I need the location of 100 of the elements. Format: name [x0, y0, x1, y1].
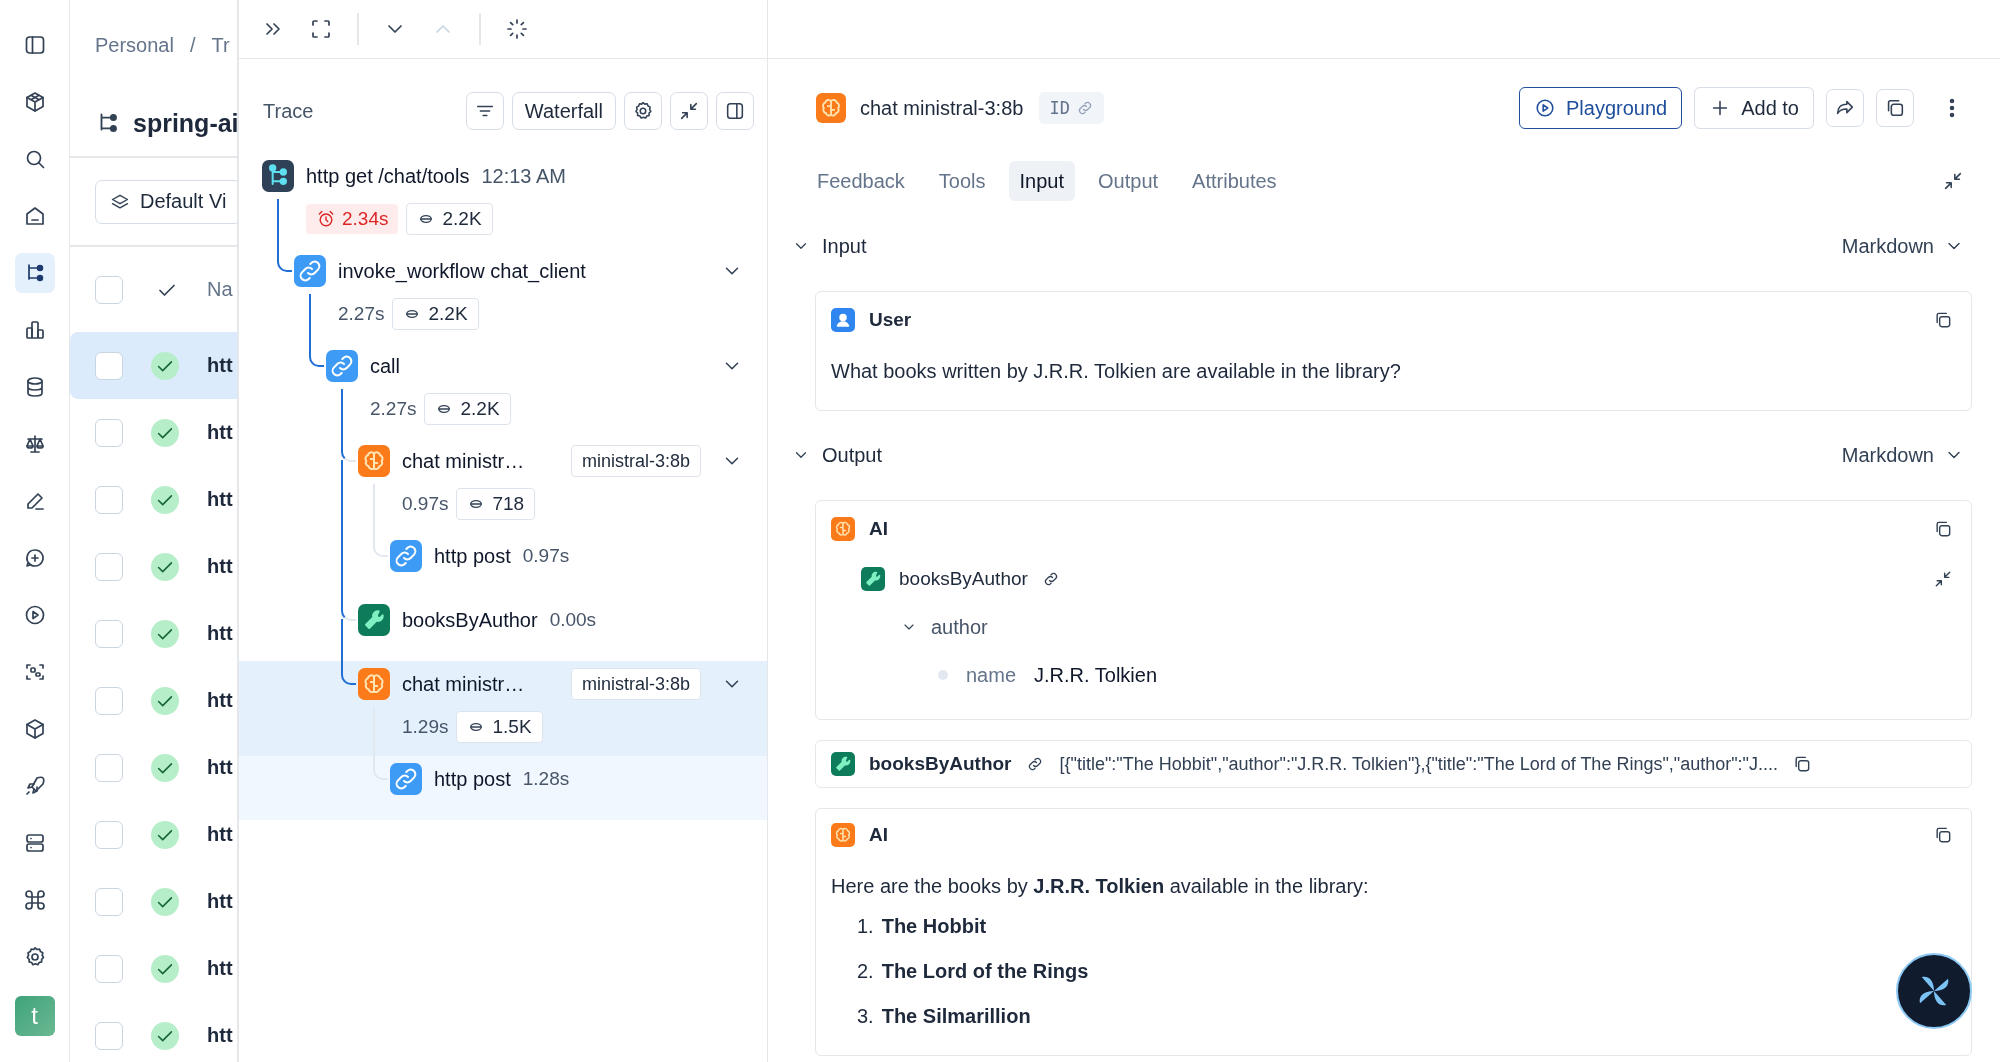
duration-text: 0.97s — [402, 493, 449, 515]
tab[interactable]: Feedback — [806, 161, 916, 201]
span-row[interactable]: booksByAuthor 0.00s — [358, 597, 767, 661]
duration-text: 1.29s — [402, 716, 449, 738]
token-count: 2.2K — [442, 208, 482, 230]
table-cell: htt — [207, 823, 233, 846]
copy-icon[interactable] — [1933, 310, 1953, 330]
row-checkbox[interactable] — [95, 619, 123, 648]
fullscreen-icon[interactable] — [309, 17, 333, 41]
table-cell: htt — [207, 555, 233, 578]
message-text: What books written by J.R.R. Tolkien are available in the library? — [831, 359, 1402, 384]
token-count: 1.5K — [492, 716, 532, 738]
play-circle-icon — [1534, 97, 1556, 119]
share-button[interactable] — [1826, 89, 1864, 127]
table-cell: htt — [207, 488, 233, 511]
table-cell: htt — [207, 1024, 233, 1047]
command-icon — [22, 888, 47, 912]
copy-button[interactable] — [1876, 89, 1914, 127]
row-checkbox[interactable] — [95, 418, 123, 447]
tab[interactable]: Attributes — [1181, 161, 1288, 201]
copy-icon[interactable] — [1792, 754, 1812, 774]
table-cell: htt — [207, 622, 233, 645]
selected-row-highlight[interactable]: htt — [70, 332, 237, 399]
duration-text: 0.97s — [522, 545, 570, 567]
breadcrumb-separator: / — [189, 33, 196, 57]
model-badge: ministral-3:8b — [570, 668, 701, 700]
copy-icon[interactable] — [1933, 519, 1953, 539]
span-row[interactable]: http get /chat/tools 12:13 AM 2.34s 2.2K — [262, 153, 767, 248]
span-name: booksByAuthor — [402, 608, 538, 632]
filter-button[interactable] — [465, 92, 504, 130]
link-icon — [390, 540, 422, 572]
format-dropdown[interactable]: Markdown — [1841, 234, 1964, 258]
row-checkbox[interactable] — [95, 552, 123, 581]
collapse-button[interactable] — [670, 92, 708, 130]
brain-icon — [831, 517, 855, 541]
span-row[interactable]: invoke_workflow chat_client 2.27s 2.2K — [294, 248, 767, 343]
alarm-clock-icon — [316, 209, 336, 229]
tab[interactable]: Tools — [927, 161, 997, 201]
span-name: invoke_workflow chat_client — [338, 259, 586, 283]
span-name: chat ministr… — [402, 449, 525, 473]
row-checkbox[interactable] — [95, 954, 123, 983]
table-cell: htt — [207, 421, 233, 444]
row-checkbox[interactable] — [95, 351, 123, 380]
link-icon — [326, 350, 358, 382]
view-mode-button[interactable]: Waterfall — [511, 92, 616, 130]
timestamp: 12:13 AM — [481, 164, 566, 188]
role-label: AI — [869, 824, 888, 846]
collapse-arrows-icon[interactable] — [1933, 569, 1953, 589]
panel-toggle-button[interactable] — [716, 92, 754, 130]
row-checkbox[interactable] — [95, 887, 123, 916]
side-panel-icon — [724, 100, 746, 122]
token-count: 718 — [492, 493, 525, 515]
tree-connector — [277, 248, 292, 272]
breadcrumb-link[interactable]: Personal — [95, 33, 174, 57]
table-cell: htt — [207, 890, 233, 913]
row-checkbox[interactable] — [95, 820, 123, 849]
span-name: call — [370, 354, 400, 378]
breadcrumb-link[interactable]: Tr — [211, 33, 230, 57]
list-number: 1. — [857, 914, 874, 939]
tree-connector — [341, 597, 356, 621]
span-row[interactable]: chat ministr… ministral-3:8b 0.97s 718 — [358, 438, 767, 533]
role-label: AI — [869, 518, 888, 540]
nav-button[interactable] — [14, 253, 55, 293]
row-checkbox[interactable] — [95, 686, 123, 715]
bullet-dot — [938, 670, 948, 680]
settings-button[interactable] — [624, 92, 662, 130]
row-checkbox[interactable] — [95, 1021, 123, 1050]
link-icon — [294, 255, 326, 287]
settings-icon — [632, 100, 654, 122]
tool-result-text: [{"title":"The Hobbit","author":"J.R.R. Tolkien"},{"title":"The Lord of The Rings","author":"J.... — [1059, 753, 1778, 775]
span-row[interactable]: call 2.27s 2.2K — [326, 343, 767, 438]
format-dropdown[interactable]: Markdown — [1841, 443, 1964, 467]
token-count: 2.2K — [460, 398, 500, 420]
user-icon — [831, 308, 855, 332]
list-number: 2. — [857, 959, 874, 984]
row-checkbox[interactable] — [95, 753, 123, 782]
section-title: Output — [822, 443, 883, 467]
wrench-icon — [831, 752, 855, 776]
brain-icon — [358, 445, 390, 477]
id-badge[interactable]: ID — [1039, 92, 1104, 124]
argument-key: name — [966, 663, 1017, 687]
panel-title: Trace — [263, 99, 314, 123]
list-item-text: The Lord of the Rings — [881, 959, 1089, 984]
tool-call-name: booksByAuthor — [899, 568, 1028, 590]
span-row[interactable]: http post 0.97s — [390, 533, 767, 597]
table-cell: htt — [207, 689, 233, 712]
brain-icon — [831, 823, 855, 847]
tab[interactable]: Input — [1008, 161, 1076, 201]
add-to-button[interactable]: Add to — [1694, 87, 1814, 129]
duration-text: 0.00s — [549, 609, 597, 631]
tab[interactable]: Output — [1087, 161, 1170, 201]
copy-icon[interactable] — [1933, 825, 1953, 845]
playground-button[interactable]: Playground — [1519, 87, 1683, 129]
model-badge: ministral-3:8b — [570, 445, 701, 477]
column-header[interactable]: Na — [207, 278, 233, 301]
row-checkbox[interactable] — [95, 485, 123, 514]
collapse-arrows-icon[interactable] — [1942, 170, 1964, 192]
tree-icon — [262, 160, 294, 192]
select-all-checkbox[interactable] — [95, 275, 123, 304]
message-text: Here are the books by J.R.R. Tolkien available in the library: — [831, 874, 1370, 899]
